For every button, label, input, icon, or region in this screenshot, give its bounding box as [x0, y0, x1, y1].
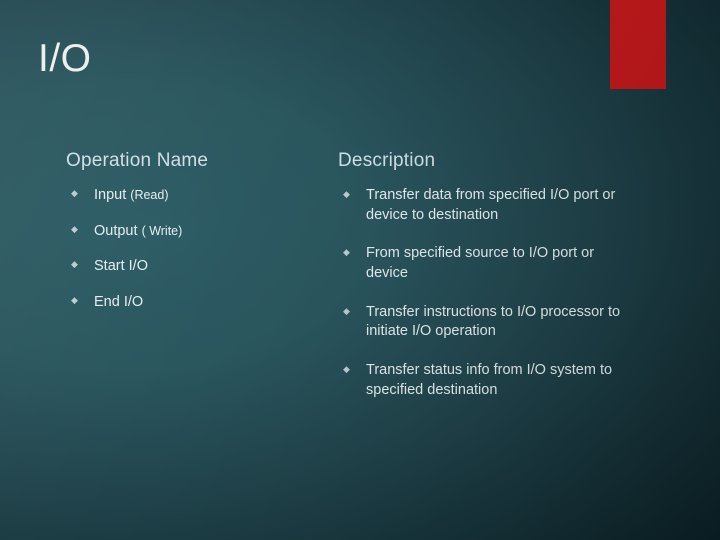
column-operation-name: Operation Name ◆ Input (Read) ◆ Output (… [66, 150, 346, 329]
page-title: I/O [38, 37, 92, 80]
column-heading-operation-name: Operation Name [66, 150, 209, 171]
list-item-sublabel: ( Write) [141, 223, 183, 238]
list-item: ◆ Transfer status info from I/O system t… [338, 361, 638, 400]
slide: I/O Operation Name ◆ Input (Read) ◆ Outp… [0, 0, 720, 540]
list-item-label: From specified source to I/O port or dev… [366, 245, 595, 281]
description-list: ◆ Transfer data from specified I/O port … [338, 186, 638, 401]
list-item: ◆ Transfer data from specified I/O port … [338, 186, 638, 225]
diamond-bullet-icon: ◆ [343, 364, 350, 375]
list-item-label: Input [94, 186, 131, 203]
list-item-label: Output [94, 222, 142, 239]
list-item-sublabel: (Read) [130, 187, 169, 202]
accent-bar [610, 0, 666, 89]
diamond-bullet-icon: ◆ [71, 294, 78, 305]
column-description: Description ◆ Transfer data from specifi… [338, 150, 638, 420]
list-item: ◆ Start I/O [66, 257, 346, 277]
list-item-label: End I/O [94, 293, 144, 310]
diamond-bullet-icon: ◆ [343, 247, 350, 258]
diamond-bullet-icon: ◆ [343, 305, 350, 316]
diamond-bullet-icon: ◆ [71, 259, 78, 270]
list-item: ◆ From specified source to I/O port or d… [338, 244, 638, 283]
list-item-label: Transfer instructions to I/O processor t… [366, 303, 621, 340]
diamond-bullet-icon: ◆ [71, 223, 78, 234]
list-item: ◆ Transfer instructions to I/O processor… [338, 303, 638, 342]
diamond-bullet-icon: ◆ [71, 187, 78, 198]
operation-name-list: ◆ Input (Read) ◆ Output ( Write) ◆ Start… [66, 186, 346, 313]
list-item-label: Start I/O [94, 258, 148, 275]
column-heading-description: Description [338, 150, 436, 171]
list-item-label: Transfer status info from I/O system to … [366, 362, 613, 398]
list-item: ◆ Input (Read) [66, 186, 346, 206]
list-item: ◆ Output ( Write) [66, 222, 346, 242]
diamond-bullet-icon: ◆ [343, 188, 350, 199]
list-item: ◆ End I/O [66, 293, 346, 313]
list-item-label: Transfer data from specified I/O port or… [366, 186, 616, 223]
